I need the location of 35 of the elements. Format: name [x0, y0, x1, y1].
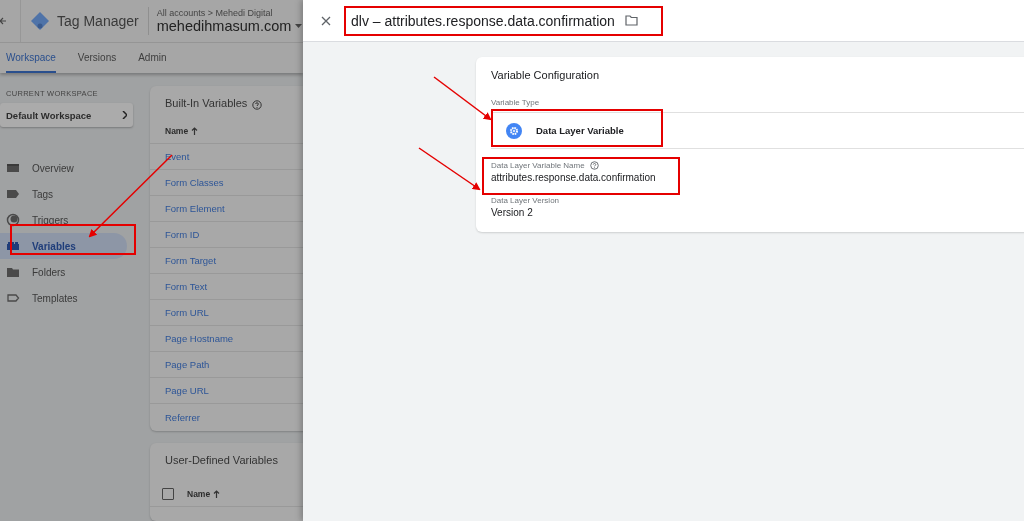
nav-item[interactable]: Folders: [0, 259, 127, 285]
variable-link[interactable]: Form Target: [165, 255, 217, 266]
card-title: Built-In Variables: [165, 97, 248, 109]
variable-link[interactable]: Page URL: [165, 385, 209, 396]
field-value: Version 2: [491, 207, 534, 218]
tab[interactable]: Versions: [77, 43, 117, 73]
variable-link[interactable]: Page Path: [165, 359, 210, 370]
workspace-selector[interactable]: Default Workspace: [0, 103, 133, 127]
card-title: Variable Configuration: [491, 69, 601, 81]
variable-link[interactable]: Form URL: [165, 307, 209, 318]
nav-item[interactable]: Tags: [0, 181, 127, 207]
variable-name-field[interactable]: dlv – attributes.response.data.confirmation: [351, 12, 615, 29]
variable-link[interactable]: Referrer: [165, 412, 200, 423]
field-value: attributes.response.data.confirmation: [491, 172, 657, 183]
variable-link[interactable]: Page Hostname: [165, 333, 234, 344]
field-label: Data Layer Variable Name: [491, 161, 585, 170]
nav-item[interactable]: Templates: [0, 285, 127, 311]
account-name[interactable]: mehedihmasum.com: [156, 18, 292, 34]
column-header[interactable]: Name: [165, 126, 189, 136]
variable-link[interactable]: Event: [165, 151, 190, 162]
variable-link[interactable]: Form ID: [165, 229, 200, 240]
nav-item[interactable]: Overview: [0, 155, 127, 181]
field-label: Variable Type: [491, 98, 541, 107]
nav-item[interactable]: Variables: [0, 233, 127, 259]
card-title: User-Defined Variables: [165, 454, 278, 466]
breadcrumb[interactable]: All accounts > Mehedi Digital: [156, 8, 303, 18]
variable-link[interactable]: Form Element: [165, 203, 225, 214]
product-name: Tag Manager: [57, 13, 139, 29]
tab[interactable]: Workspace: [6, 43, 56, 73]
tab[interactable]: Admin: [138, 43, 167, 73]
field-label: Data Layer Version: [491, 196, 560, 205]
column-header[interactable]: Name: [187, 489, 211, 499]
variable-type-selector[interactable]: Data Layer Variable: [491, 112, 1024, 149]
variable-link[interactable]: Form Text: [165, 281, 208, 292]
variable-link[interactable]: Form Classes: [165, 177, 224, 188]
